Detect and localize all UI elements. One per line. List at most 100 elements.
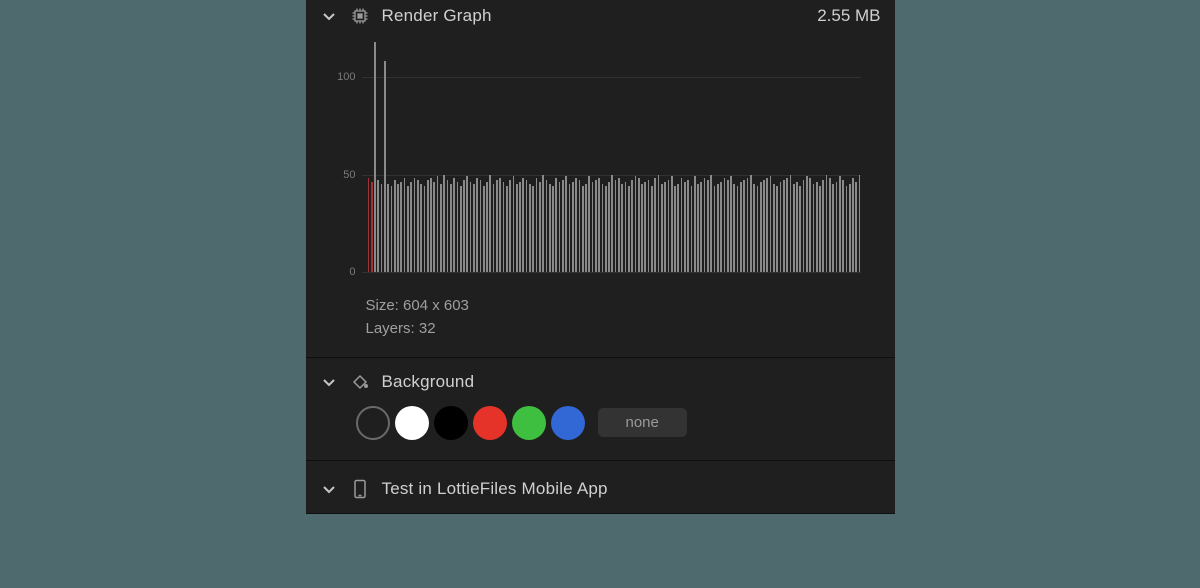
chart-bar	[691, 186, 693, 272]
chart-bar	[575, 178, 577, 272]
chart-bar	[565, 176, 567, 272]
chart-bar	[493, 184, 495, 272]
chart-bar	[397, 184, 399, 272]
chart-bar	[770, 176, 772, 272]
chart-bar	[658, 175, 660, 273]
chart-bar	[407, 186, 409, 272]
chart-bar	[704, 178, 706, 272]
chart-bar	[513, 176, 515, 272]
chart-bar	[776, 186, 778, 272]
chart-bar	[618, 178, 620, 272]
chevron-down-icon[interactable]	[320, 373, 338, 391]
chart-bar	[697, 184, 699, 272]
render-graph-section: Render Graph 2.55 MB 050100 Size: 604 x …	[306, 0, 895, 358]
test-mobile-title: Test in LottieFiles Mobile App	[382, 479, 881, 499]
chart-bar	[743, 180, 745, 272]
chart-bar	[483, 186, 485, 272]
chart-bar	[526, 180, 528, 272]
chart-bar	[489, 175, 491, 273]
chart-bar	[381, 184, 383, 272]
chart-bar	[559, 182, 561, 272]
chart-bar	[391, 186, 393, 272]
chart-bar	[450, 184, 452, 272]
chart-bar	[793, 184, 795, 272]
background-title: Background	[382, 372, 881, 392]
chart-bar	[410, 182, 412, 272]
chart-bar	[539, 182, 541, 272]
chart-bar	[605, 186, 607, 272]
chart-bar	[740, 182, 742, 272]
chart-bar	[473, 184, 475, 272]
chart-bar	[799, 186, 801, 272]
chart-bar	[476, 178, 478, 272]
chart-bar	[780, 182, 782, 272]
chart-bar	[700, 182, 702, 272]
chart-bar	[783, 180, 785, 272]
none-button[interactable]: none	[598, 408, 687, 437]
chart-bar	[727, 180, 729, 272]
chart-bar	[846, 186, 848, 272]
chevron-down-icon[interactable]	[320, 480, 338, 498]
y-tick-label: 50	[326, 169, 356, 181]
inspector-panel: Render Graph 2.55 MB 050100 Size: 604 x …	[306, 0, 895, 514]
chart-bar	[664, 182, 666, 272]
chart-bar	[440, 184, 442, 272]
swatch-black[interactable]	[434, 406, 468, 440]
chart-bar	[687, 180, 689, 272]
chart-bar	[747, 178, 749, 272]
chart-bar	[374, 42, 376, 272]
chart-bar	[611, 175, 613, 273]
chart-bar	[443, 175, 445, 273]
chart-bar	[677, 184, 679, 272]
chart-bar	[832, 184, 834, 272]
chart-bar	[424, 186, 426, 272]
chart-bar	[371, 182, 373, 272]
chart-bar	[562, 180, 564, 272]
background-section: Background none	[306, 358, 895, 461]
swatch-white[interactable]	[395, 406, 429, 440]
background-header: Background	[306, 358, 895, 400]
chart-bar	[813, 184, 815, 272]
chart-bar	[384, 61, 386, 272]
swatch-red[interactable]	[473, 406, 507, 440]
chart-bar	[417, 180, 419, 272]
swatch-green[interactable]	[512, 406, 546, 440]
render-graph-header: Render Graph 2.55 MB	[306, 0, 895, 32]
chart-bar	[496, 180, 498, 272]
chart-bar	[377, 180, 379, 272]
swatch-blue[interactable]	[551, 406, 585, 440]
layers-label: Layers: 32	[366, 317, 895, 340]
chart-bar	[826, 175, 828, 273]
chart-bar	[644, 182, 646, 272]
test-mobile-section: Test in LottieFiles Mobile App	[306, 461, 895, 514]
chart-bar	[753, 184, 755, 272]
chart-bar	[625, 182, 627, 272]
y-tick-label: 0	[326, 266, 356, 278]
chart-bar	[394, 180, 396, 272]
chart-bar	[529, 184, 531, 272]
chart-bar	[437, 176, 439, 272]
chart-bar	[414, 178, 416, 272]
chart-bar	[859, 175, 861, 273]
chart-bar	[542, 175, 544, 273]
chart-bar	[579, 180, 581, 272]
chart-bar	[621, 184, 623, 272]
chart-bar	[522, 178, 524, 272]
chart-bar	[635, 176, 637, 272]
chart-bar	[750, 175, 752, 273]
chart-bar	[714, 186, 716, 272]
chart-bar	[648, 180, 650, 272]
y-tick-label: 100	[326, 71, 356, 83]
swatch-transparent[interactable]	[356, 406, 390, 440]
chart-bar	[707, 180, 709, 272]
chart-bar	[546, 180, 548, 272]
chevron-down-icon[interactable]	[320, 7, 338, 25]
chart-bar	[470, 182, 472, 272]
chart-bar	[733, 184, 735, 272]
chart-bar	[555, 178, 557, 272]
chart-bar	[588, 176, 590, 272]
chart-bar	[615, 180, 617, 272]
chart-bar	[400, 182, 402, 272]
chart-bar	[806, 176, 808, 272]
chart-bar	[786, 178, 788, 272]
